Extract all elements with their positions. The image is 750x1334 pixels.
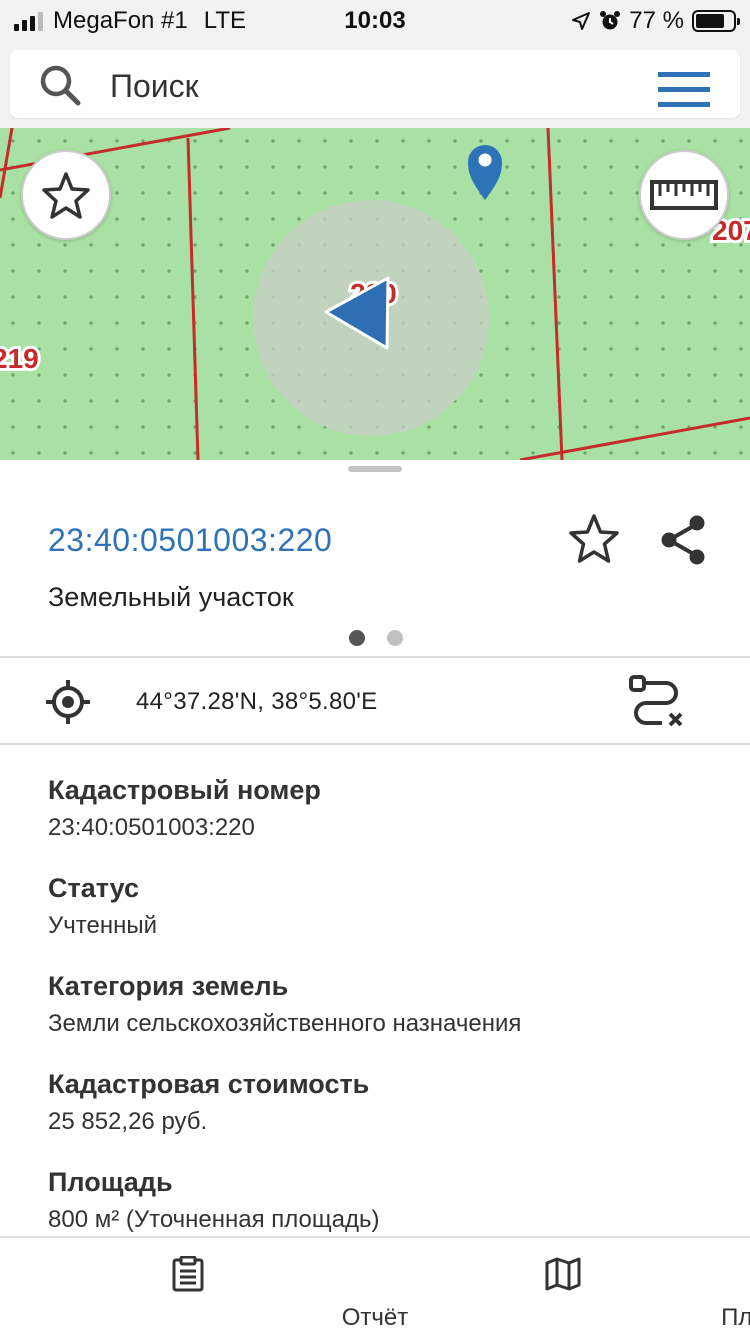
- battery-percent: 77 %: [629, 7, 684, 34]
- property-land-category: Категория земель Земли сельскохозяйствен…: [48, 968, 708, 1066]
- page-indicator: [349, 630, 403, 646]
- page-dot-1[interactable]: [349, 630, 365, 646]
- parcel-properties: Кадастровый номер 23:40:0501003:220 Стат…: [48, 772, 708, 1262]
- search-input[interactable]: Поиск: [110, 68, 199, 105]
- search-bar[interactable]: Поиск: [10, 50, 740, 118]
- search-icon[interactable]: [38, 63, 82, 107]
- alarm-icon: [600, 11, 621, 30]
- map-canvas[interactable]: 220 219 207: [0, 128, 750, 460]
- property-label: Кадастровый номер: [48, 775, 321, 805]
- property-label: Статус: [48, 873, 139, 903]
- map-icon: [545, 1257, 581, 1291]
- property-value: 800 м² (Уточненная площадь): [48, 1206, 380, 1233]
- map-ruler-button[interactable]: [639, 150, 729, 240]
- sheet-drag-handle[interactable]: [348, 466, 402, 472]
- bottom-tab-bar: Отчёт План: [0, 1236, 750, 1334]
- property-label: Площадь: [48, 1167, 173, 1197]
- tab-plan[interactable]: План: [375, 1238, 750, 1334]
- tab-report[interactable]: Отчёт: [0, 1238, 408, 1334]
- status-bar: MegaFon #1 LTE 10:03 77 %: [0, 0, 750, 40]
- divider: [0, 743, 750, 745]
- crosshair-target-icon: [46, 680, 90, 724]
- property-value: 23:40:0501003:220: [48, 814, 255, 841]
- property-cadastral-number: Кадастровый номер 23:40:0501003:220: [48, 772, 708, 870]
- clipboard-icon: [172, 1256, 204, 1292]
- battery-fill: [696, 14, 724, 28]
- property-value: Учтенный: [48, 912, 157, 939]
- coordinates-row[interactable]: 44°37.28'N, 38°5.80'E: [0, 658, 750, 744]
- property-label: Категория земель: [48, 971, 289, 1001]
- map-view[interactable]: 220 219 207: [0, 128, 750, 460]
- parcel-cadastral-id[interactable]: 23:40:0501003:220: [48, 522, 332, 559]
- share-icon[interactable]: [658, 514, 708, 566]
- route-icon[interactable]: [628, 674, 686, 730]
- property-label: Кадастровая стоимость: [48, 1069, 370, 1099]
- parcel-type: Земельный участок: [48, 582, 294, 612]
- ruler-icon: [650, 180, 718, 210]
- page-dot-2[interactable]: [387, 630, 403, 646]
- star-icon: [42, 172, 90, 219]
- battery-icon: [692, 10, 740, 32]
- map-favorites-button[interactable]: [21, 150, 111, 240]
- property-cadastral-value: Кадастровая стоимость 25 852,26 руб.: [48, 1066, 708, 1164]
- coordinates-text: 44°37.28'N, 38°5.80'E: [136, 688, 378, 715]
- property-value: Земли сельскохозяйственного назначения: [48, 1010, 522, 1037]
- app-screen: MegaFon #1 LTE 10:03 77 % Поиск 19 20 23…: [0, 0, 750, 1334]
- search-header: Поиск: [0, 40, 750, 128]
- location-services-icon: [572, 12, 591, 30]
- status-bar-right: 77 %: [571, 7, 740, 35]
- tab-label: План: [721, 1304, 750, 1331]
- property-status: Статус Учтенный: [48, 870, 708, 968]
- star-icon[interactable]: [567, 512, 621, 566]
- parcel-label-219: 219: [0, 343, 39, 374]
- property-value: 25 852,26 руб.: [48, 1108, 208, 1135]
- hamburger-menu-icon[interactable]: [658, 72, 710, 108]
